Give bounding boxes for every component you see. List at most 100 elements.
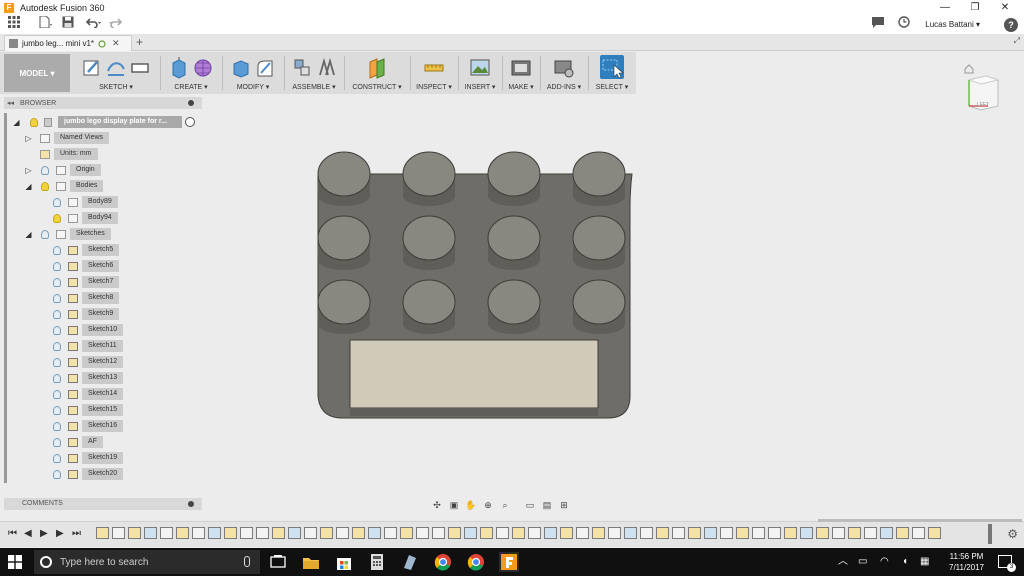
timeline-feature-icon[interactable] — [704, 527, 717, 539]
visibility-bulb-icon[interactable] — [53, 277, 61, 287]
timeline-feature-icon[interactable] — [464, 527, 477, 539]
fusion360-taskbar-icon[interactable] — [499, 552, 519, 572]
timeline-scrollbar[interactable] — [818, 519, 1022, 522]
tree-item-body94[interactable]: Body94 — [0, 212, 200, 224]
timeline-feature-icon[interactable] — [448, 527, 461, 539]
home-view-icon[interactable] — [964, 64, 974, 74]
redo-icon[interactable] — [105, 16, 127, 34]
tree-item-sketch5[interactable]: Sketch5 — [0, 244, 200, 256]
timeline-feature-icon[interactable] — [480, 527, 493, 539]
sketch-group[interactable]: SKETCH ▾ — [74, 52, 158, 94]
expand-triangle-icon[interactable]: ▷ — [24, 134, 33, 143]
timeline-feature-icon[interactable] — [176, 527, 189, 539]
save-icon[interactable] — [57, 16, 79, 34]
tree-item-sketch19[interactable]: Sketch19 — [0, 452, 200, 464]
visibility-bulb-icon[interactable] — [30, 117, 38, 127]
chrome-window-icon[interactable] — [466, 552, 486, 572]
timeline-feature-icon[interactable] — [912, 527, 925, 539]
viewports-icon[interactable]: ⊞ — [557, 499, 571, 511]
collapse-triangle-icon[interactable]: ◢ — [12, 118, 21, 127]
workspace-switcher[interactable]: MODEL ▾ — [4, 54, 70, 92]
tree-item-sketch10[interactable]: Sketch10 — [0, 324, 200, 336]
timeline-feature-icon[interactable] — [848, 527, 861, 539]
comments-panel-header[interactable]: COMMENTS — [4, 498, 202, 510]
select-group[interactable]: SELECT ▾ — [590, 52, 634, 94]
timeline-feature-icon[interactable] — [384, 527, 397, 539]
timeline-feature-icon[interactable] — [800, 527, 813, 539]
select-icon[interactable] — [600, 55, 624, 79]
calculator-icon[interactable] — [367, 552, 387, 572]
timeline-play-icon[interactable]: ▶ — [40, 528, 48, 539]
press-pull-icon[interactable] — [231, 57, 251, 79]
visibility-bulb-icon[interactable] — [53, 357, 61, 367]
pan-hand-icon[interactable]: ✋ — [464, 499, 478, 511]
windows-start-icon[interactable] — [8, 555, 22, 569]
close-tab-icon[interactable]: ✕ — [112, 38, 120, 49]
taskbar-clock[interactable]: 11:56 PM 7/11/2017 — [949, 551, 984, 573]
timeline-feature-icon[interactable] — [224, 527, 237, 539]
battery-icon[interactable]: ▭ — [858, 548, 867, 576]
visibility-bulb-icon[interactable] — [41, 229, 49, 239]
timeline-feature-icon[interactable] — [752, 527, 765, 539]
timeline-feature-icon[interactable] — [128, 527, 141, 539]
construct-group[interactable]: CONSTRUCT ▾ — [346, 52, 408, 94]
inspect-menu-label[interactable]: INSPECT ▾ — [412, 83, 456, 91]
timeline-feature-icon[interactable] — [160, 527, 173, 539]
visibility-bulb-icon[interactable] — [53, 293, 61, 303]
timeline-feature-icon[interactable] — [880, 527, 893, 539]
visibility-bulb-icon[interactable] — [53, 341, 61, 351]
close-button[interactable]: ✕ — [990, 0, 1020, 16]
assemble-menu-label[interactable]: ASSEMBLE ▾ — [286, 83, 342, 91]
action-center-icon[interactable]: 3 — [998, 555, 1016, 572]
visibility-bulb-icon[interactable] — [53, 197, 61, 207]
tree-item-bodies[interactable]: ◢ Bodies — [0, 180, 200, 192]
timeline-feature-icon[interactable] — [784, 527, 797, 539]
collapse-browser-icon[interactable]: ◂◂ — [7, 99, 14, 107]
tree-item-sketch15[interactable]: Sketch15 — [0, 404, 200, 416]
timeline-feature-icon[interactable] — [416, 527, 429, 539]
sketch-rectangle-icon[interactable] — [130, 57, 150, 79]
microphone-icon[interactable] — [244, 556, 250, 567]
timeline-feature-icon[interactable] — [672, 527, 685, 539]
display-settings-icon[interactable]: ▭ — [523, 499, 537, 511]
timeline-feature-icon[interactable] — [304, 527, 317, 539]
tree-item-body89[interactable]: Body89 — [0, 196, 200, 208]
timeline-feature-icon[interactable] — [528, 527, 541, 539]
timeline-feature-icon[interactable] — [144, 527, 157, 539]
timeline-feature-icon[interactable] — [368, 527, 381, 539]
extrude-icon[interactable] — [169, 57, 189, 79]
orbit-icon[interactable]: ✣ — [430, 499, 444, 511]
fillet-icon[interactable] — [255, 57, 275, 79]
timeline-start-icon[interactable]: ⏮ — [8, 528, 17, 539]
task-view-icon[interactable] — [268, 552, 288, 572]
visibility-bulb-icon[interactable] — [53, 405, 61, 415]
timeline-feature-icon[interactable] — [240, 527, 253, 539]
timeline-settings-gear-icon[interactable]: ⚙ — [1007, 527, 1018, 541]
grid-settings-icon[interactable]: ▤ — [540, 499, 554, 511]
assemble-group[interactable]: ASSEMBLE ▾ — [286, 52, 342, 94]
tree-item-sketch7[interactable]: Sketch7 — [0, 276, 200, 288]
tree-item-units[interactable]: Units: mm — [0, 148, 200, 160]
make-menu-label[interactable]: MAKE ▾ — [504, 83, 538, 91]
add-ins-menu-label[interactable]: ADD-INS ▾ — [542, 83, 586, 91]
timeline-feature-icon[interactable] — [560, 527, 573, 539]
visibility-bulb-icon[interactable] — [53, 245, 61, 255]
tree-item-origin[interactable]: ▷ Origin — [0, 164, 200, 176]
keyboard-icon[interactable]: ▦ — [920, 548, 929, 576]
timeline-feature-icon[interactable] — [192, 527, 205, 539]
modify-group[interactable]: MODIFY ▾ — [224, 52, 282, 94]
scripts-addins-icon[interactable] — [554, 57, 574, 79]
visibility-bulb-icon[interactable] — [53, 469, 61, 479]
timeline-feature-icon[interactable] — [624, 527, 637, 539]
tree-item-sketch12[interactable]: Sketch12 — [0, 356, 200, 368]
comments-pin-icon[interactable] — [188, 501, 194, 507]
timeline-next-icon[interactable]: ▶ — [56, 528, 64, 539]
select-menu-label[interactable]: SELECT ▾ — [590, 83, 634, 91]
form-mesh-icon[interactable] — [193, 57, 213, 79]
file-menu-icon[interactable] — [35, 15, 57, 34]
inspect-group[interactable]: INSPECT ▾ — [412, 52, 456, 94]
insert-group[interactable]: INSERT ▾ — [460, 52, 500, 94]
create-sketch-icon[interactable] — [82, 57, 102, 79]
sketch-arc-icon[interactable] — [106, 57, 126, 79]
timeline-feature-icon[interactable] — [544, 527, 557, 539]
